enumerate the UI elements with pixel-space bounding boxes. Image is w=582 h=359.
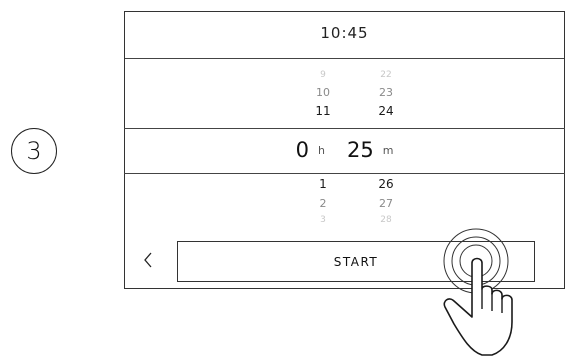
selected-hours[interactable]: 0 <box>296 138 309 162</box>
hours-unit: h <box>317 143 325 157</box>
header-divider <box>125 58 564 59</box>
tapping-hand-icon <box>443 228 513 356</box>
minute-option[interactable]: 23 <box>371 86 401 99</box>
chevron-left-icon[interactable] <box>143 252 153 271</box>
start-button-label: START <box>333 254 379 269</box>
minute-option[interactable]: 24 <box>371 104 401 118</box>
chevron-left-icon-glyph <box>144 252 152 268</box>
hour-option[interactable]: 1 <box>308 177 338 191</box>
minutes-unit: m <box>382 143 394 157</box>
minute-option[interactable]: 28 <box>371 215 401 225</box>
clock-display: 10:45 <box>320 24 369 42</box>
hour-option[interactable]: 9 <box>308 70 338 80</box>
minute-option[interactable]: 27 <box>371 197 401 210</box>
step-number-badge: 3 <box>11 128 57 174</box>
hour-option[interactable]: 10 <box>308 86 338 99</box>
selected-minutes[interactable]: 25 <box>347 138 374 162</box>
minute-option[interactable]: 26 <box>371 177 401 191</box>
minute-option[interactable]: 22 <box>371 70 401 80</box>
selected-duration[interactable]: 0 h 25 m <box>125 130 564 170</box>
hour-option[interactable]: 11 <box>308 104 338 118</box>
hour-option[interactable]: 3 <box>308 215 338 225</box>
hour-option[interactable]: 2 <box>308 197 338 210</box>
step-number: 3 <box>26 137 42 165</box>
